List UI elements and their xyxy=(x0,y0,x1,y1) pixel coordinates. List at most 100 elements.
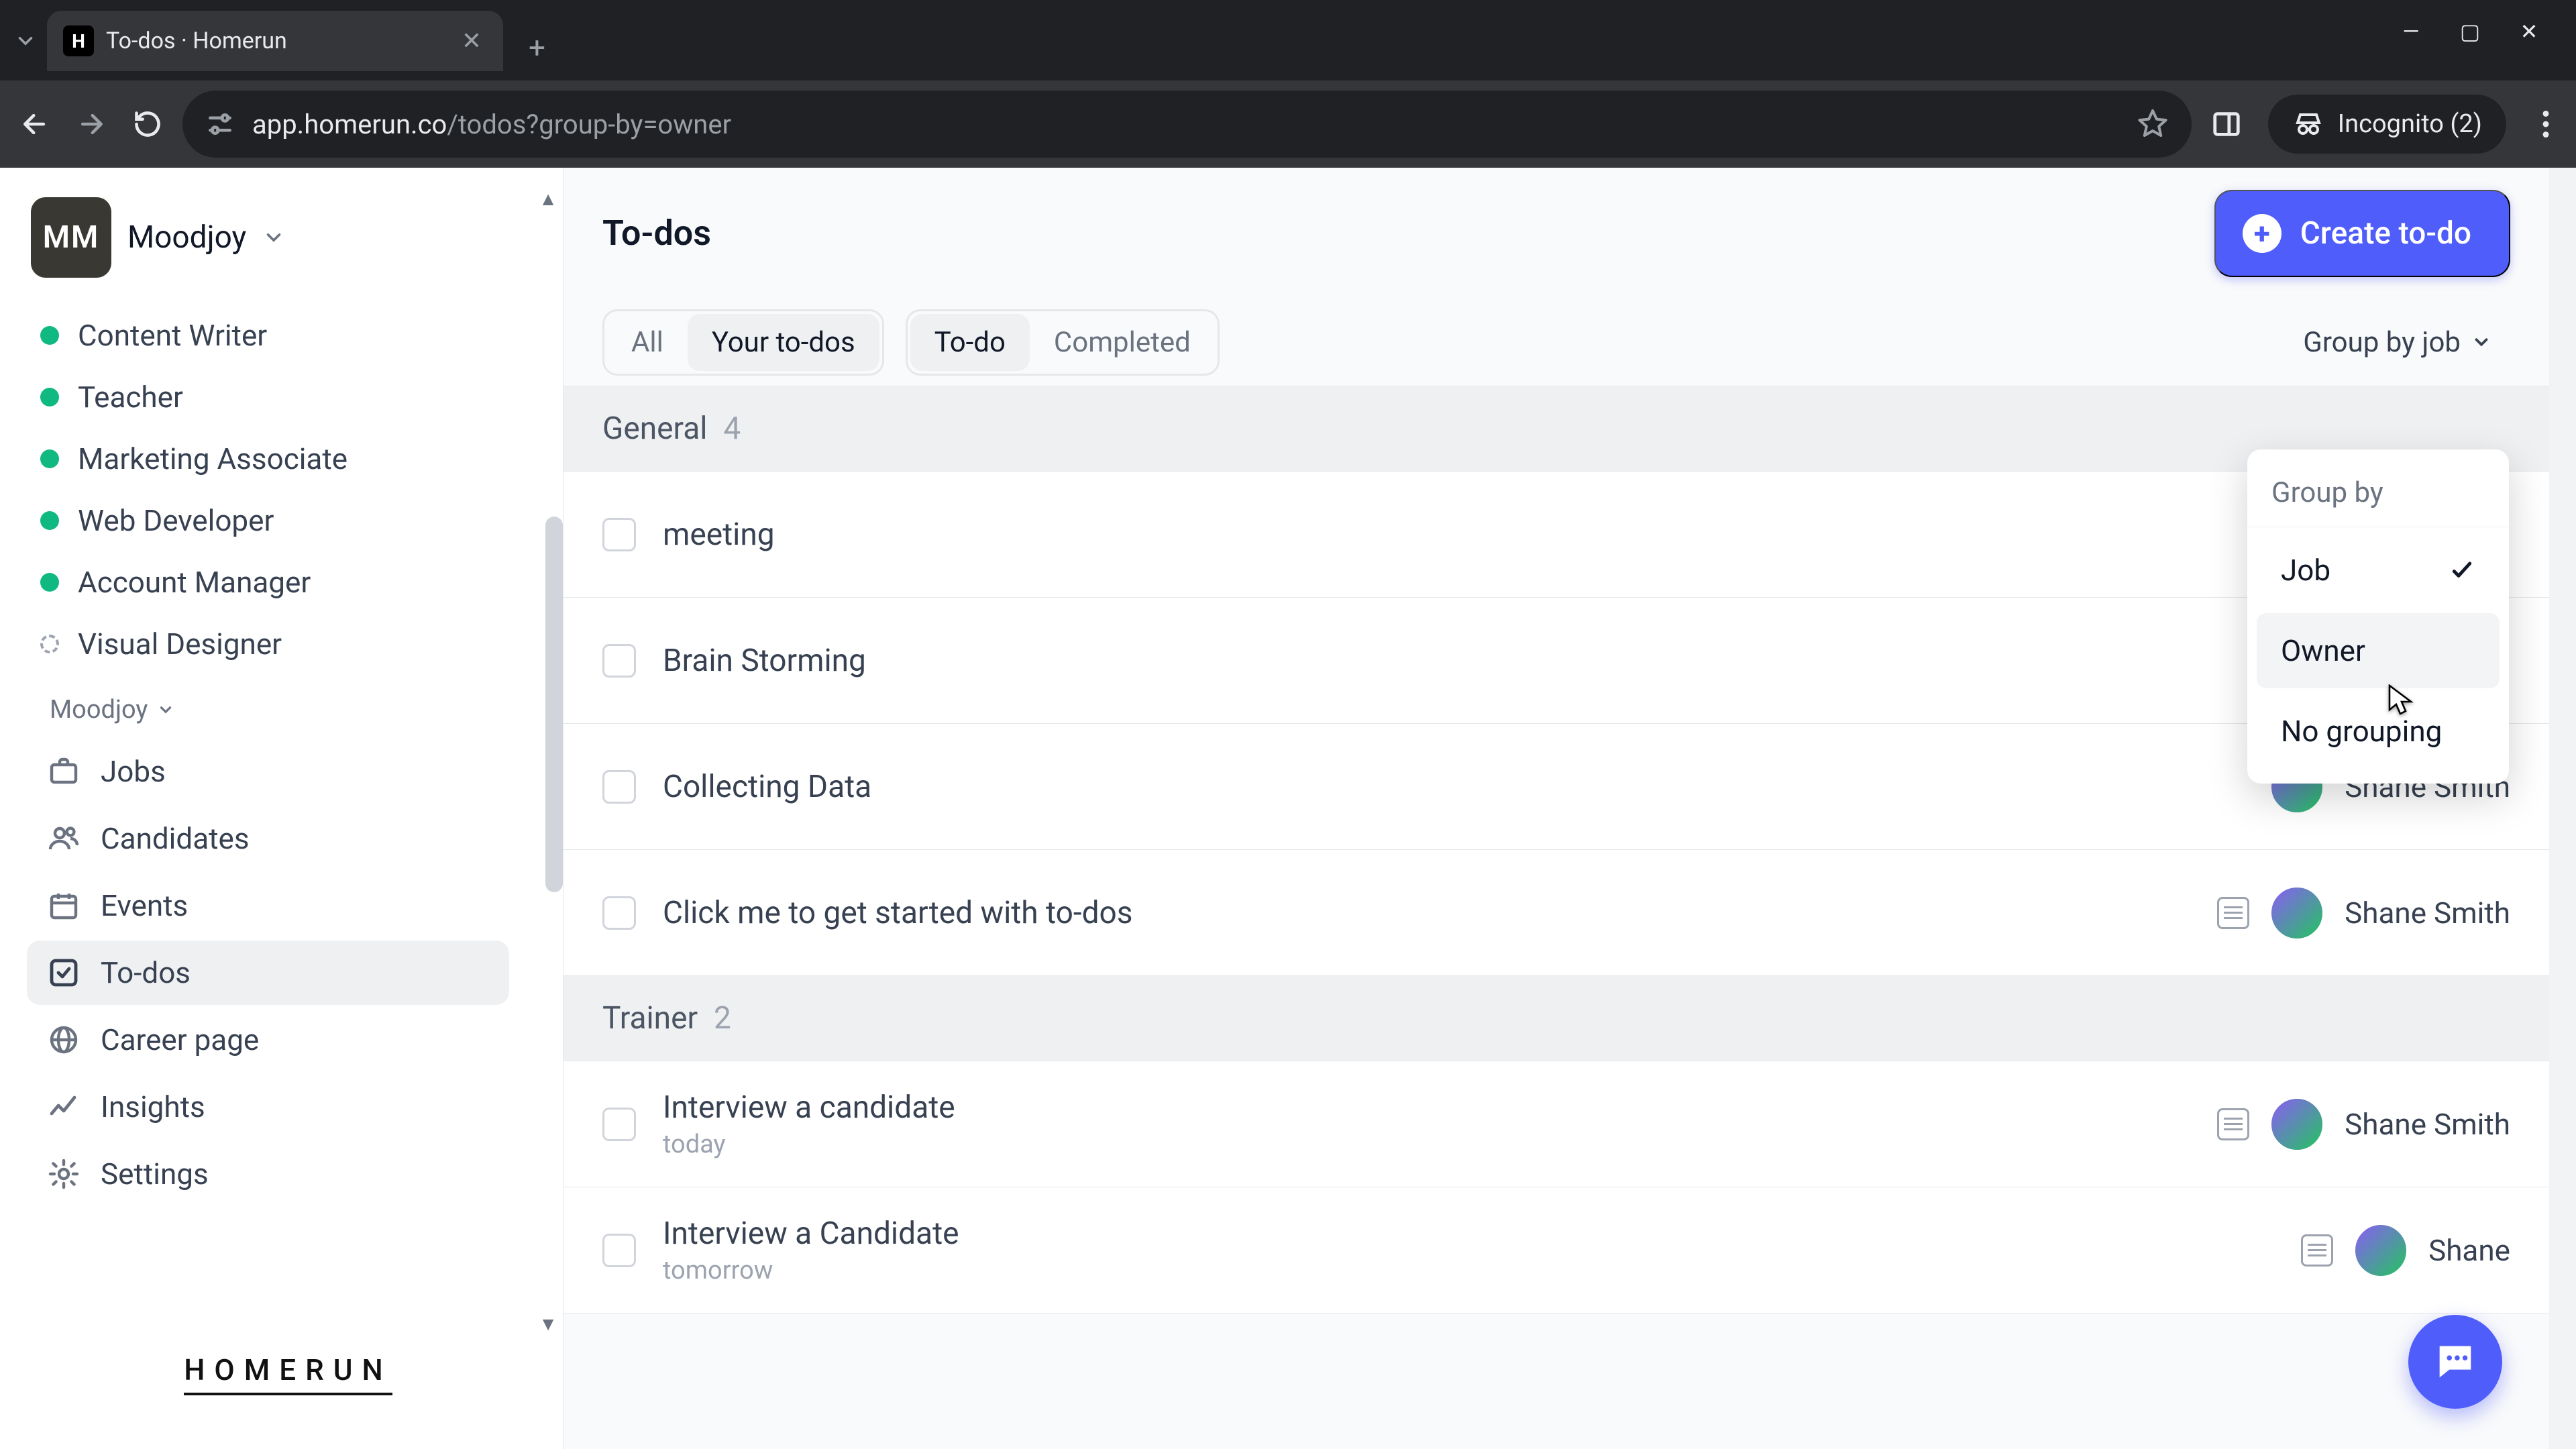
forward-button[interactable] xyxy=(70,103,113,146)
sidebar-job-item[interactable]: Visual Designer xyxy=(27,613,549,675)
nav-item-career[interactable]: Career page xyxy=(27,1008,509,1072)
nav-label: Candidates xyxy=(101,821,250,856)
chevron-down-icon xyxy=(14,30,37,52)
browser-menu-button[interactable] xyxy=(2529,111,2563,138)
chevron-down-icon xyxy=(2471,332,2491,352)
jobs-list: Content Writer Teacher Marketing Associa… xyxy=(27,305,549,675)
tune-icon xyxy=(205,109,235,139)
incognito-icon xyxy=(2292,108,2324,140)
filter-todo[interactable]: To-do xyxy=(910,314,1030,371)
chat-icon xyxy=(2432,1338,2479,1385)
group-name: General xyxy=(602,411,707,447)
assignee-name: Shane Smith xyxy=(2345,1107,2510,1142)
users-icon xyxy=(47,822,80,855)
chat-support-button[interactable] xyxy=(2408,1315,2502,1409)
workspace-mini-switcher[interactable]: Moodjoy xyxy=(27,675,549,734)
new-tab-button[interactable]: + xyxy=(519,25,555,70)
sidebar-job-item[interactable]: Account Manager xyxy=(27,551,549,613)
back-button[interactable] xyxy=(13,103,56,146)
todo-checkbox[interactable] xyxy=(602,1234,636,1267)
group-by-dropdown-trigger[interactable]: Group by job xyxy=(2284,315,2510,370)
workspace-switcher[interactable]: MM Moodjoy xyxy=(27,188,549,305)
nav-list: Jobs Candidates Events To-dos Career pag… xyxy=(27,737,549,1209)
job-label: Visual Designer xyxy=(78,627,282,661)
filter-completed[interactable]: Completed xyxy=(1030,314,1215,371)
todo-row[interactable]: Click me to get started with to-dos Shan… xyxy=(564,850,2549,976)
todo-meta: Shane Smith xyxy=(2217,1097,2510,1152)
status-dot-icon xyxy=(40,388,59,407)
sidebar-scrollbar[interactable] xyxy=(545,517,563,892)
nav-item-jobs[interactable]: Jobs xyxy=(27,739,509,804)
todo-checkbox[interactable] xyxy=(602,644,636,678)
nav-item-candidates[interactable]: Candidates xyxy=(27,806,509,871)
group-header: Trainer 2 xyxy=(564,976,2549,1061)
filter-your-todos[interactable]: Your to-dos xyxy=(688,314,879,371)
filter-all[interactable]: All xyxy=(607,314,688,371)
reload-icon xyxy=(133,109,162,139)
star-icon xyxy=(2137,108,2169,140)
todo-title: meeting xyxy=(663,517,775,553)
nav-item-insights[interactable]: Insights xyxy=(27,1075,509,1139)
nav-item-todos[interactable]: To-dos xyxy=(27,941,509,1005)
minimize-button[interactable]: — xyxy=(2391,19,2431,44)
sidebar-job-item[interactable]: Marketing Associate xyxy=(27,428,549,490)
todo-checkbox[interactable] xyxy=(602,770,636,804)
dropdown-item-owner[interactable]: Owner xyxy=(2257,613,2500,688)
dropdown-item-job[interactable]: Job xyxy=(2257,533,2500,608)
dropdown-item-label: Owner xyxy=(2281,633,2365,668)
arrow-left-icon xyxy=(20,109,50,139)
status-dot-icon xyxy=(40,573,59,592)
sidebar-scroll-down[interactable]: ▼ xyxy=(539,1313,557,1335)
sidebar-job-item[interactable]: Web Developer xyxy=(27,490,549,551)
incognito-indicator[interactable]: Incognito (2) xyxy=(2268,95,2506,154)
todo-checkbox[interactable] xyxy=(602,518,636,551)
create-button-label: Create to-do xyxy=(2300,215,2471,252)
sidebar: MM Moodjoy ▲ Content Writer Teacher Mark… xyxy=(0,168,564,1449)
gear-icon xyxy=(47,1157,80,1191)
main-scrollbar[interactable] xyxy=(2549,168,2576,1449)
assignee-avatar xyxy=(2269,885,2324,941)
todo-row[interactable]: Interview a Candidate tomorrow Shane xyxy=(564,1187,2549,1313)
group-count: 4 xyxy=(723,411,741,447)
nav-item-events[interactable]: Events xyxy=(27,873,509,938)
workspace-mini-label: Moodjoy xyxy=(50,695,148,724)
incognito-label: Incognito (2) xyxy=(2338,109,2482,139)
group-by-dropdown-menu: Group by Job Owner No grouping xyxy=(2247,449,2509,784)
todo-meta: Shane Smith xyxy=(2217,885,2510,941)
todo-title: Collecting Data xyxy=(663,769,871,805)
create-todo-button[interactable]: + Create to-do xyxy=(2214,190,2510,277)
address-bar[interactable]: app.homerun.co/todos?group-by=owner xyxy=(182,91,2192,158)
note-icon xyxy=(2301,1234,2333,1267)
todo-due: today xyxy=(663,1130,955,1159)
nav-label: Insights xyxy=(101,1089,205,1124)
sidebar-scroll-up[interactable]: ▲ xyxy=(539,188,557,210)
todo-meta: Shane xyxy=(2301,1223,2510,1278)
workspace-avatar: MM xyxy=(31,197,111,278)
calendar-icon xyxy=(47,889,80,922)
browser-tab[interactable]: H To-dos · Homerun ✕ xyxy=(47,11,503,71)
maximize-button[interactable]: ▢ xyxy=(2450,19,2490,44)
sidebar-job-item[interactable]: Teacher xyxy=(27,366,549,428)
brand-logo: HOMERUN xyxy=(27,1319,549,1449)
bookmark-button[interactable] xyxy=(2137,108,2169,140)
dropdown-item-no-grouping[interactable]: No grouping xyxy=(2257,694,2500,769)
status-dot-icon xyxy=(40,326,59,345)
page-header: To-dos + Create to-do xyxy=(564,168,2549,299)
todo-row[interactable]: Interview a candidate today Shane Smith xyxy=(564,1061,2549,1187)
check-icon xyxy=(2449,557,2475,584)
todo-checkbox[interactable] xyxy=(602,896,636,930)
tab-search-button[interactable] xyxy=(7,22,44,60)
close-window-button[interactable]: ✕ xyxy=(2509,19,2549,44)
nav-item-settings[interactable]: Settings xyxy=(27,1142,509,1206)
status-dot-icon xyxy=(40,635,59,653)
todo-checkbox[interactable] xyxy=(602,1108,636,1141)
reload-button[interactable] xyxy=(126,103,169,146)
tab-close-button[interactable]: ✕ xyxy=(456,27,487,55)
dropdown-item-label: Job xyxy=(2281,553,2330,588)
side-panel-button[interactable] xyxy=(2205,109,2248,140)
nav-label: To-dos xyxy=(101,955,191,990)
todo-title: Brain Storming xyxy=(663,643,866,679)
job-label: Content Writer xyxy=(78,318,267,353)
site-settings-button[interactable] xyxy=(205,109,235,139)
sidebar-job-item[interactable]: Content Writer xyxy=(27,305,549,366)
